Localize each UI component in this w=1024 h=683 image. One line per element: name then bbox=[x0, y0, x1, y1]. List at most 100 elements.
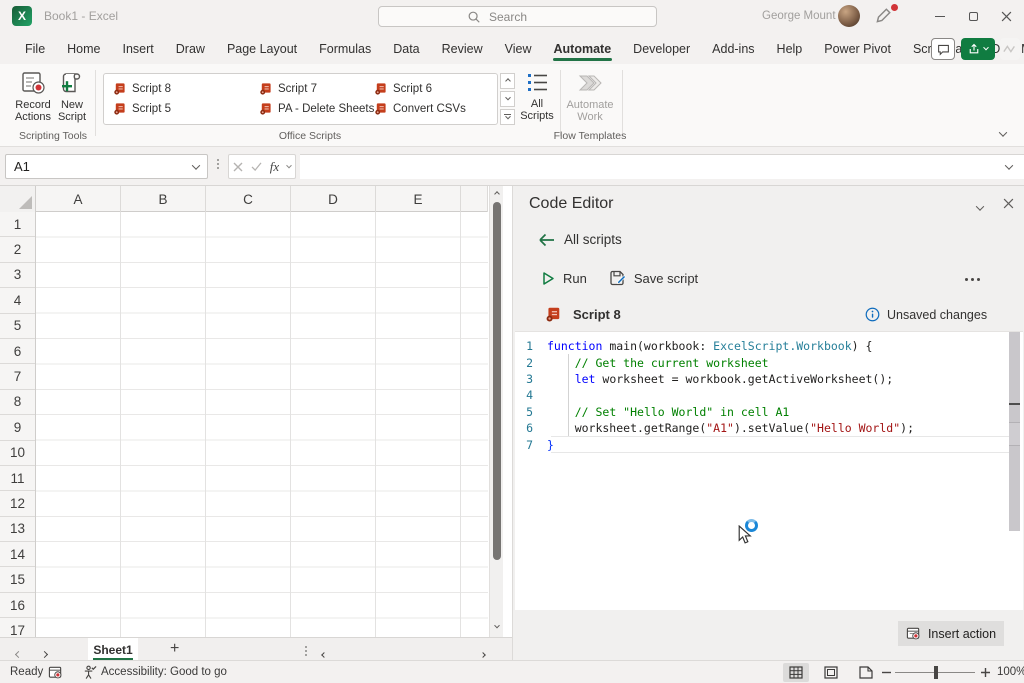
save-script-button[interactable]: Save script bbox=[634, 271, 698, 286]
formula-input[interactable] bbox=[300, 154, 1024, 179]
row-header[interactable]: 12 bbox=[0, 491, 35, 516]
row-header[interactable]: 9 bbox=[0, 415, 35, 440]
accessibility-icon[interactable] bbox=[82, 665, 97, 680]
code-line[interactable]: 7 } bbox=[515, 436, 1023, 452]
close-button[interactable] bbox=[991, 0, 1021, 33]
cell-area[interactable] bbox=[36, 212, 488, 637]
tab-help[interactable]: Help bbox=[766, 33, 814, 64]
tab-automate[interactable]: Automate bbox=[543, 33, 623, 64]
gallery-script-5[interactable]: Script 5 bbox=[113, 102, 171, 115]
row-header[interactable]: 11 bbox=[0, 466, 35, 491]
code-line[interactable]: 5 // Set "Hello World" in cell A1 bbox=[515, 404, 1023, 420]
row-header[interactable]: 5 bbox=[0, 314, 35, 339]
maximize-button[interactable] bbox=[958, 0, 988, 33]
column-header-partial[interactable] bbox=[461, 186, 488, 212]
row-header[interactable]: 2 bbox=[0, 237, 35, 262]
horizontal-scrollbar[interactable] bbox=[333, 646, 479, 654]
tab-developer[interactable]: Developer bbox=[622, 33, 701, 64]
close-panel-button[interactable] bbox=[1003, 198, 1014, 209]
code-line[interactable]: 3 let worksheet = workbook.getActiveWork… bbox=[515, 371, 1023, 387]
insert-function-icon[interactable]: fx bbox=[270, 159, 279, 175]
code-line[interactable]: 2 // Get the current worksheet bbox=[515, 354, 1023, 370]
zoom-in-button[interactable] bbox=[981, 668, 990, 677]
code-line[interactable]: 6 worksheet.getRange("A1").setValue("Hel… bbox=[515, 420, 1023, 436]
new-sheet-button[interactable]: + bbox=[170, 640, 179, 658]
tab-draw[interactable]: Draw bbox=[165, 33, 216, 64]
gallery-scroll-down-button[interactable] bbox=[500, 91, 515, 107]
more-options-button[interactable] bbox=[965, 278, 980, 281]
column-header-e[interactable]: E bbox=[376, 186, 461, 212]
hscroll-left-icon[interactable] bbox=[322, 646, 326, 660]
row-header[interactable]: 7 bbox=[0, 364, 35, 389]
collapse-panel-button[interactable] bbox=[977, 200, 983, 214]
previous-sheet-button[interactable] bbox=[16, 646, 21, 660]
tab-view[interactable]: View bbox=[494, 33, 543, 64]
row-header[interactable]: 15 bbox=[0, 567, 35, 592]
tab-add-ins[interactable]: Add-ins bbox=[701, 33, 765, 64]
sheet-tab-sheet1[interactable]: Sheet1 bbox=[88, 638, 138, 661]
code-line[interactable]: 4 bbox=[515, 387, 1023, 403]
tab-formulas[interactable]: Formulas bbox=[308, 33, 382, 64]
run-icon[interactable] bbox=[541, 271, 555, 286]
zoom-out-button[interactable] bbox=[882, 671, 891, 674]
gallery-script-6[interactable]: Script 6 bbox=[374, 82, 432, 95]
vertical-scrollbar[interactable] bbox=[489, 186, 503, 637]
page-break-preview-button[interactable] bbox=[853, 663, 879, 682]
tab-power-pivot[interactable]: Power Pivot bbox=[813, 33, 902, 64]
page-layout-view-button[interactable] bbox=[818, 663, 844, 682]
zoom-level[interactable]: 100% bbox=[997, 666, 1024, 678]
row-header[interactable]: 14 bbox=[0, 542, 35, 567]
row-header[interactable]: 16 bbox=[0, 593, 35, 618]
formula-bar-splitter[interactable] bbox=[217, 159, 219, 169]
tab-page-layout[interactable]: Page Layout bbox=[216, 33, 308, 64]
gallery-script-8[interactable]: Script 8 bbox=[113, 82, 171, 95]
code-editor-area[interactable]: 1 function main(workbook: ExcelScript.Wo… bbox=[515, 331, 1023, 610]
row-header[interactable]: 3 bbox=[0, 263, 35, 288]
activity-button[interactable] bbox=[1000, 38, 1020, 60]
scroll-down-icon[interactable] bbox=[490, 620, 504, 634]
zoom-slider-thumb[interactable] bbox=[934, 666, 938, 679]
row-header[interactable]: 13 bbox=[0, 517, 35, 542]
tab-insert[interactable]: Insert bbox=[112, 33, 165, 64]
row-header[interactable]: 10 bbox=[0, 441, 35, 466]
name-box[interactable]: A1 bbox=[5, 154, 208, 179]
hscroll-right-icon[interactable] bbox=[481, 646, 485, 660]
normal-view-button[interactable] bbox=[783, 663, 809, 682]
column-header-c[interactable]: C bbox=[206, 186, 291, 212]
chevron-down-icon[interactable] bbox=[192, 161, 200, 169]
accessibility-status[interactable]: Accessibility: Good to go bbox=[101, 666, 227, 678]
gallery-scroll-up-button[interactable] bbox=[500, 73, 515, 89]
tab-home[interactable]: Home bbox=[56, 33, 111, 64]
scroll-up-icon[interactable] bbox=[490, 187, 504, 201]
cancel-icon[interactable] bbox=[233, 162, 243, 172]
tab-data[interactable]: Data bbox=[382, 33, 430, 64]
collapse-ribbon-button[interactable] bbox=[1000, 126, 1006, 140]
column-header-a[interactable]: A bbox=[36, 186, 121, 212]
row-header[interactable]: 6 bbox=[0, 339, 35, 364]
row-header[interactable]: 1 bbox=[0, 212, 35, 237]
ink-pen-icon[interactable] bbox=[874, 7, 896, 25]
select-all-button[interactable] bbox=[0, 186, 36, 212]
column-header-d[interactable]: D bbox=[291, 186, 376, 212]
minimize-button[interactable] bbox=[925, 0, 955, 33]
gallery-pa-delete-sheets[interactable]: PA - Delete Sheets bbox=[259, 102, 374, 115]
comments-button[interactable] bbox=[931, 38, 955, 60]
avatar[interactable] bbox=[838, 5, 860, 27]
back-to-all-scripts[interactable]: All scripts bbox=[538, 232, 622, 247]
code-line[interactable]: 1 function main(workbook: ExcelScript.Wo… bbox=[515, 338, 1023, 354]
row-header[interactable]: 4 bbox=[0, 288, 35, 313]
all-scripts-button[interactable]: All Scripts bbox=[517, 70, 557, 134]
tabbar-splitter[interactable] bbox=[305, 646, 307, 656]
search-input[interactable]: Search bbox=[378, 6, 657, 27]
gallery-more-button[interactable] bbox=[500, 109, 515, 125]
tab-file[interactable]: File bbox=[14, 33, 56, 64]
record-actions-button[interactable]: Record Actions bbox=[13, 70, 53, 134]
save-icon[interactable] bbox=[609, 270, 626, 286]
run-button[interactable]: Run bbox=[563, 271, 587, 286]
editor-overview-ruler[interactable] bbox=[1009, 332, 1020, 531]
column-header-b[interactable]: B bbox=[121, 186, 206, 212]
insert-action-button[interactable]: Insert action bbox=[898, 621, 1004, 646]
row-header[interactable]: 8 bbox=[0, 390, 35, 415]
row-header[interactable]: 17 bbox=[0, 618, 35, 637]
scrollbar-thumb[interactable] bbox=[493, 202, 501, 560]
